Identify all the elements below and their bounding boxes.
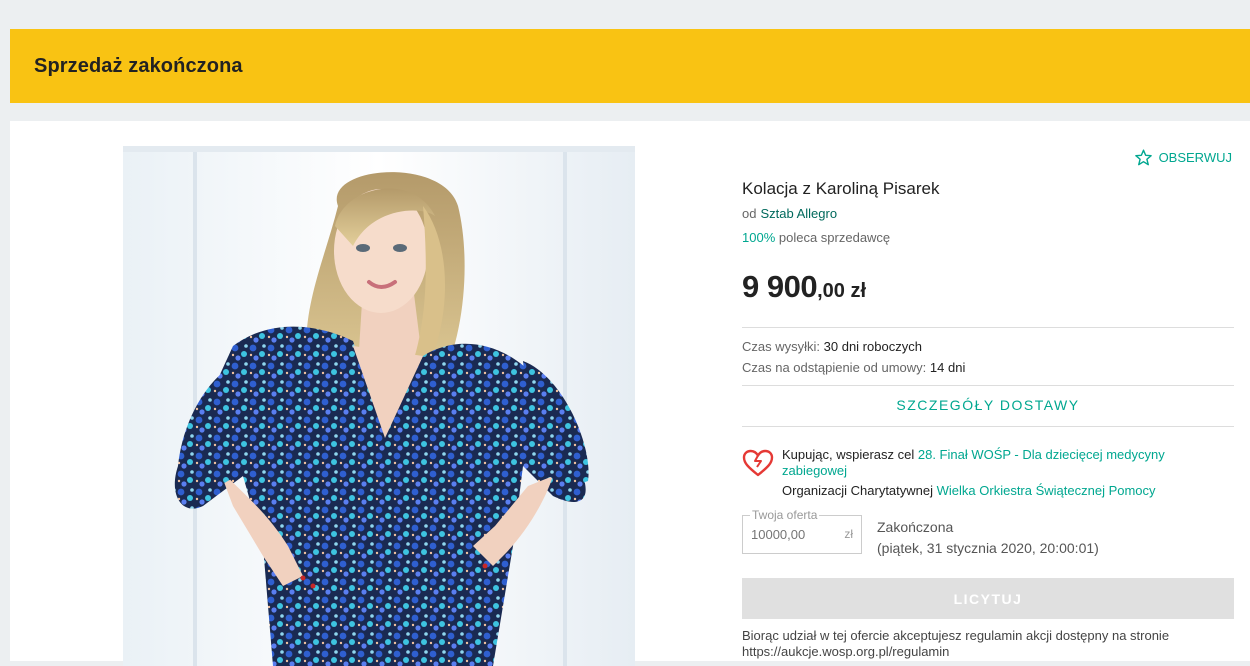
auction-status: Zakończona (piątek, 31 stycznia 2020, 20… xyxy=(877,517,1099,559)
recommend-percent: 100% xyxy=(742,230,776,245)
heart-icon xyxy=(742,449,774,477)
watch-button[interactable]: OBSERWUJ xyxy=(1134,148,1232,167)
withdrawal-label: Czas na odstąpienie od umowy: xyxy=(742,360,927,375)
divider xyxy=(742,327,1234,328)
shipping-time: Czas wysyłki: 30 dni roboczych xyxy=(742,339,922,354)
bid-amount-field[interactable]: Twoja oferta zł xyxy=(742,508,862,554)
charity-org-link[interactable]: Wielka Orkiestra Świątecznej Pomocy xyxy=(937,483,1156,498)
charity-org-prefix: Organizacji Charytatywnej xyxy=(782,483,934,498)
watch-label: OBSERWUJ xyxy=(1158,150,1232,165)
price-main: 9 900 xyxy=(742,269,818,304)
shipping-time-value: 30 dni roboczych xyxy=(823,339,922,354)
sale-ended-banner: Sprzedaż zakończona xyxy=(10,29,1250,103)
delivery-details-button[interactable]: SZCZEGÓŁY DOSTAWY xyxy=(742,385,1234,425)
auction-end-date: (piątek, 31 stycznia 2020, 20:00:01) xyxy=(877,540,1099,556)
seller-prefix: od xyxy=(742,206,757,221)
divider xyxy=(742,426,1234,427)
star-outline-icon xyxy=(1134,149,1152,166)
bid-input[interactable] xyxy=(743,516,839,553)
recommend-text: poleca sprzedawcę xyxy=(778,230,891,245)
product-photo[interactable] xyxy=(123,146,635,666)
bid-button[interactable]: LICYTUJ xyxy=(742,578,1234,619)
terms-text: Biorąc udział w tej ofercie akceptujesz … xyxy=(742,628,1170,659)
charity-goal-text: Kupując, wspierasz cel 28. Finał WOŚP - … xyxy=(782,447,1222,479)
offer-title: Kolacja z Karoliną Pisarek xyxy=(742,179,940,198)
top-strip xyxy=(0,0,1250,8)
charity-prefix: Kupując, wspierasz cel xyxy=(782,447,915,462)
price: 9 900,00 zł xyxy=(742,269,866,305)
banner-text: Sprzedaż zakończona xyxy=(34,54,243,77)
bid-currency: zł xyxy=(844,527,853,541)
withdrawal-time: Czas na odstąpienie od umowy: 14 dni xyxy=(742,360,965,375)
auction-status-label: Zakończona xyxy=(877,519,954,535)
seller-recommendation: 100% poleca sprzedawcę xyxy=(742,230,890,245)
offer-card: OBSERWUJ Kolacja z Karoliną Pisarek od Sz… xyxy=(10,121,1250,666)
price-cents: ,00 zł xyxy=(817,280,866,302)
charity-organization: Organizacji Charytatywnej Wielka Orkiest… xyxy=(782,483,1156,498)
withdrawal-value: 14 dni xyxy=(929,360,966,375)
seller-line: od Sztab Allegro xyxy=(742,206,837,221)
shipping-time-label: Czas wysyłki: xyxy=(742,339,821,354)
seller-link[interactable]: Sztab Allegro xyxy=(760,206,837,221)
